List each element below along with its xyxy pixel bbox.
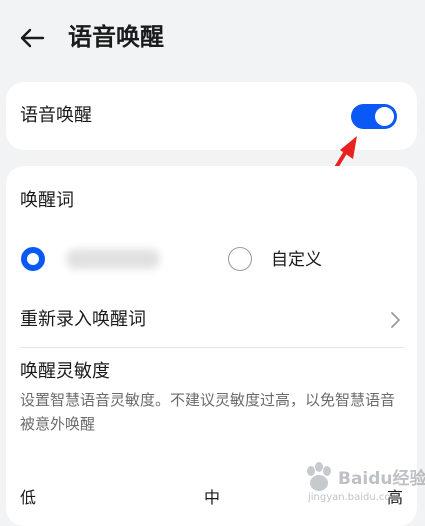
wake-word-option-default-label xyxy=(66,249,160,269)
baidu-watermark: Baidu经验 jingyan.baidu.com xyxy=(300,458,425,513)
rerecord-wake-word-item[interactable]: 重新录入唤醒词 xyxy=(20,307,146,333)
sensitivity-title: 唤醒灵敏度 xyxy=(20,361,110,382)
sensitivity-level-low[interactable]: 低 xyxy=(20,485,36,511)
wake-word-option-custom-label: 自定义 xyxy=(271,250,322,270)
voice-wake-label: 语音唤醒 xyxy=(20,105,92,126)
watermark-subtext: jingyan.baidu.com xyxy=(308,492,401,503)
chevron-right-icon xyxy=(391,312,400,328)
page-title: 语音唤醒 xyxy=(68,23,164,51)
sensitivity-description: 设置智慧语音灵敏度。不建议灵敏度过高，以免智慧语音被意外唤醒 xyxy=(20,391,396,433)
back-button[interactable] xyxy=(16,22,48,54)
voice-wake-toggle[interactable] xyxy=(351,104,397,129)
sensitivity-level-medium[interactable]: 中 xyxy=(204,485,220,511)
wake-word-option-custom-radio[interactable] xyxy=(228,247,252,271)
watermark-text: Baidu经验 xyxy=(338,469,425,489)
paw-logo-icon xyxy=(307,462,331,491)
divider xyxy=(20,347,404,348)
radio-dot xyxy=(27,253,39,265)
wake-word-section-label: 唤醒词 xyxy=(20,190,74,211)
app-header: 语音唤醒 xyxy=(0,0,425,76)
back-arrow-icon xyxy=(20,28,45,48)
toggle-knob xyxy=(375,107,394,126)
wake-word-option-default-radio[interactable] xyxy=(21,247,45,271)
